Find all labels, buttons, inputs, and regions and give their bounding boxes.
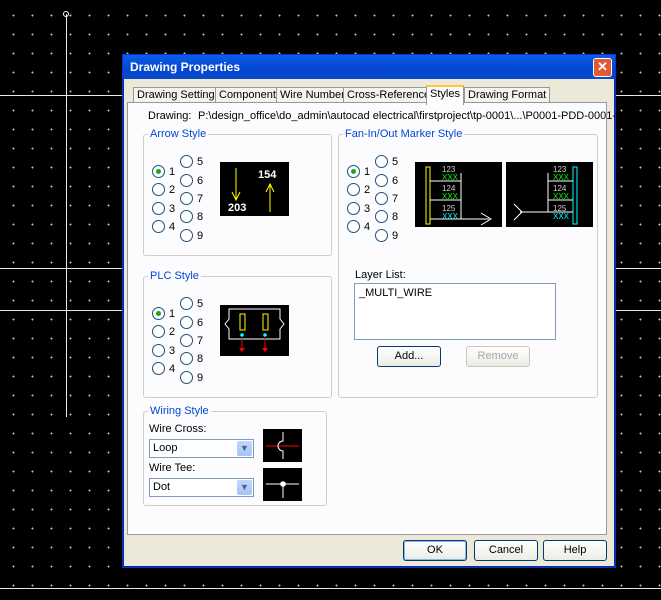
svg-text:XXX: XXX <box>553 212 570 221</box>
cancel-button[interactable]: Cancel <box>474 540 538 561</box>
wire-cross-preview <box>263 429 302 462</box>
arrow-style-radio-5[interactable]: 5 <box>180 155 203 168</box>
ok-button[interactable]: OK <box>403 540 467 561</box>
arrow-preview-bottom-number: 203 <box>228 202 246 214</box>
wire-cross-select[interactable]: Loop ▼ <box>149 439 254 458</box>
fan-marker-preview-1: 123 XXX 124 XXX 125 XXX <box>415 162 502 227</box>
layer-list-box[interactable]: _MULTI_WIRE <box>354 283 556 340</box>
fan-marker-radio-4[interactable]: 4 <box>347 220 370 233</box>
fan-marker-radio-5[interactable]: 5 <box>375 155 398 168</box>
arrow-style-radio-3[interactable]: 3 <box>152 202 175 215</box>
dialog-title: Drawing Properties <box>130 60 241 74</box>
fan-marker-radio-2[interactable]: 2 <box>347 183 370 196</box>
add-layer-button[interactable]: Add... <box>377 346 441 367</box>
dialog-titlebar[interactable]: Drawing Properties ✕ <box>123 55 615 79</box>
wiring-style-label: Wiring Style <box>148 405 211 417</box>
arrow-style-radio-8[interactable]: 8 <box>180 210 203 223</box>
svg-text:XXX: XXX <box>442 192 459 201</box>
arrow-preview-top-number: 154 <box>258 169 277 181</box>
svg-text:XXX: XXX <box>442 212 459 221</box>
arrow-style-radio-4[interactable]: 4 <box>152 220 175 233</box>
drawing-path-label: Drawing: <box>148 110 192 122</box>
drawing-path-value: P:\design_office\do_admin\autocad electr… <box>198 110 652 122</box>
plc-style-label: PLC Style <box>148 270 201 282</box>
wire-tee-select[interactable]: Dot ▼ <box>149 478 254 497</box>
plc-style-radio-4[interactable]: 4 <box>152 362 175 375</box>
arrow-style-radio-6[interactable]: 6 <box>180 174 203 187</box>
arrow-style-radio-1[interactable]: 1 <box>152 165 175 178</box>
fan-marker-radio-8[interactable]: 8 <box>375 210 398 223</box>
svg-text:XXX: XXX <box>553 173 570 182</box>
plc-style-radio-3[interactable]: 3 <box>152 344 175 357</box>
fan-marker-radio-3[interactable]: 3 <box>347 202 370 215</box>
arrow-style-preview: 203 154 <box>220 162 289 216</box>
layer-list-item[interactable]: _MULTI_WIRE <box>359 287 432 299</box>
arrow-style-radio-9[interactable]: 9 <box>180 229 203 242</box>
close-button[interactable]: ✕ <box>593 58 612 77</box>
help-button[interactable]: Help <box>543 540 607 561</box>
plc-style-radio-8[interactable]: 8 <box>180 352 203 365</box>
wire-tee-preview <box>263 468 302 501</box>
plc-style-radio-7[interactable]: 7 <box>180 334 203 347</box>
chevron-down-icon[interactable]: ▼ <box>237 441 252 456</box>
svg-text:XXX: XXX <box>442 173 459 182</box>
cad-vertical-wire <box>66 14 67 417</box>
tab-styles[interactable]: Styles <box>426 85 464 105</box>
fan-marker-radio-6[interactable]: 6 <box>375 174 398 187</box>
chevron-down-icon[interactable]: ▼ <box>237 480 252 495</box>
remove-layer-button[interactable]: Remove <box>466 346 530 367</box>
layer-list-label: Layer List: <box>355 269 406 281</box>
plc-style-radio-5[interactable]: 5 <box>180 297 203 310</box>
wire-tee-label: Wire Tee: <box>149 462 196 474</box>
plc-style-preview <box>220 305 289 356</box>
plc-style-radio-9[interactable]: 9 <box>180 371 203 384</box>
plc-style-radio-6[interactable]: 6 <box>180 316 203 329</box>
tab-drawing-settings[interactable]: Drawing Settings <box>133 87 225 103</box>
cad-horizontal-wire <box>0 588 661 589</box>
plc-style-radio-2[interactable]: 2 <box>152 325 175 338</box>
wire-cross-label: Wire Cross: <box>149 423 207 435</box>
arrow-style-radio-2[interactable]: 2 <box>152 183 175 196</box>
arrow-style-label: Arrow Style <box>148 128 209 140</box>
fan-marker-preview-2: 123 XXX 124 XXX 125 XXX <box>506 162 593 227</box>
svg-text:XXX: XXX <box>553 192 570 201</box>
fan-marker-radio-7[interactable]: 7 <box>375 192 398 205</box>
tab-drawing-format[interactable]: Drawing Format <box>464 87 551 103</box>
tab-components[interactable]: Components <box>215 87 286 103</box>
plc-style-radio-1[interactable]: 1 <box>152 307 175 320</box>
arrow-style-radio-7[interactable]: 7 <box>180 192 203 205</box>
drawing-properties-dialog: Drawing Properties ✕ Drawing Settings Co… <box>122 54 652 568</box>
fan-marker-radio-9[interactable]: 9 <box>375 229 398 242</box>
cad-node-dot <box>63 11 69 17</box>
fan-marker-radio-1[interactable]: 1 <box>347 165 370 178</box>
fan-marker-style-label: Fan-In/Out Marker Style <box>343 128 465 140</box>
